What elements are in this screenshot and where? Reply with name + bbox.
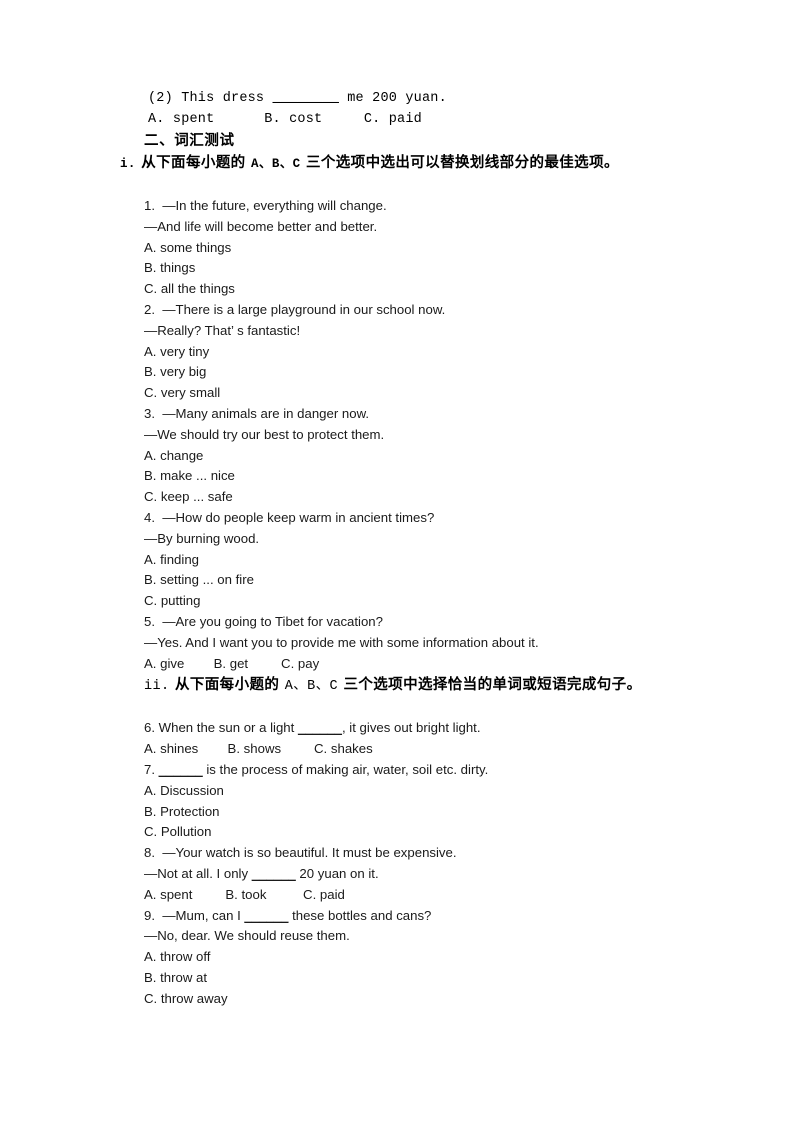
question-line: —By burning wood. [144, 530, 260, 546]
question-line: 5. —Are you going to Tibet for vacation? [144, 613, 383, 629]
answer-blank[interactable]: ______ [244, 908, 288, 923]
part-i-marker: i. [120, 157, 136, 171]
question-line: —And life will become better and better. [144, 218, 378, 234]
part-i-instruction-after: 三个选项中选出可以替换划线部分的最佳选项。 [300, 155, 619, 171]
option-row-inline[interactable]: A. spent B. took C. paid [0, 885, 794, 906]
option-row[interactable]: C. all the things [0, 279, 794, 300]
part-ii-instruction-before: 从下面每小题的 [169, 677, 285, 694]
question-line: —No, dear. We should reuse them. [144, 928, 350, 944]
carryover-stem-suffix: me 200 yuan. [338, 91, 447, 106]
question-line: —Not at all. I only ______ 20 yuan on it… [0, 864, 794, 885]
question-line: 8. —Your watch is so beautiful. It must … [144, 845, 457, 861]
document-page: (2) This dress ________ me 200 yuan. A. … [0, 0, 794, 1123]
option-row[interactable]: B. throw at [0, 968, 794, 989]
question-line: 9. —Mum, can I ______ these bottles and … [0, 906, 794, 927]
document-content: (2) This dress ________ me 200 yuan. A. … [0, 88, 794, 1009]
option-row[interactable]: C. throw away [0, 989, 794, 1010]
part-i-instruction-before: 从下面每小题的 [135, 155, 252, 171]
answer-blank[interactable]: ______ [252, 866, 296, 881]
option-row[interactable]: B. make ... nice [0, 466, 794, 487]
question-line: 6. When the sun or a light ______, it gi… [0, 718, 794, 739]
question-line: —Really? That’ s fantastic! [144, 322, 301, 338]
option-row[interactable]: C. keep ... safe [0, 487, 794, 508]
gap-after-part-i-instruction [0, 176, 794, 196]
answer-blank[interactable]: ______ [298, 720, 342, 735]
question-line: 4. —How do people keep warm in ancient t… [144, 509, 435, 525]
question-text-suffix: is the process of making air, water, soi… [202, 761, 489, 777]
question-line: 2. —There is a large playground in our s… [144, 301, 446, 317]
question-line: —We should try our best to protect them. [144, 426, 385, 442]
question-line: —Yes. And I want you to provide me with … [144, 634, 539, 650]
section-heading: 二、词汇测试 [144, 133, 235, 149]
gap-after-part-ii-instruction [0, 698, 794, 718]
option-row[interactable]: B. very big [0, 362, 794, 383]
question-text-prefix: —Not at all. I only [144, 865, 252, 881]
option-row[interactable]: B. Protection [0, 802, 794, 823]
option-row-inline[interactable]: A. shines B. shows C. shakes [0, 739, 794, 760]
option-row[interactable]: A. very tiny [0, 342, 794, 363]
option-row-inline[interactable]: A. give B. get C. pay [0, 654, 794, 675]
option-row[interactable]: A. finding [0, 550, 794, 571]
carryover-options: A. spent B. cost C. paid [148, 112, 422, 127]
option-row[interactable]: B. things [0, 258, 794, 279]
question-text-suffix: these bottles and cans? [288, 907, 432, 923]
carryover-stem-prefix: (2) This dress [148, 91, 273, 106]
part-ii-instruction-after: 三个选项中选择恰当的单词或短语完成句子。 [338, 677, 642, 694]
option-row[interactable]: B. setting ... on fire [0, 570, 794, 591]
part-i-latin-options: A、B、C [251, 157, 301, 171]
question-line: 7. ______ is the process of making air, … [0, 760, 794, 781]
part-ii-marker: ii. [144, 679, 170, 695]
question-line: 3. —Many animals are in danger now. [144, 405, 370, 421]
question-text-prefix: 6. When the sun or a light [144, 720, 298, 736]
option-row[interactable]: A. some things [0, 238, 794, 259]
part-ii-instruction: ii. 从下面每小题的 A、B、C 三个选项中选择恰当的单词或短语完成句子。 [0, 674, 794, 698]
carryover-stem: (2) This dress ________ me 200 yuan. [0, 88, 794, 109]
part-ii-latin-options: A、B、C [284, 679, 339, 695]
question-text-suffix: 20 yuan on it. [295, 865, 379, 881]
question-text-suffix: , it gives out bright light. [341, 720, 481, 736]
part-i-instruction: i. 从下面每小题的 A、B、C 三个选项中选出可以替换划线部分的最佳选项。 [0, 152, 794, 176]
option-row[interactable]: C. very small [0, 383, 794, 404]
question-text-prefix: 7. [144, 761, 159, 777]
option-row[interactable]: C. putting [0, 591, 794, 612]
option-row[interactable]: C. Pollution [0, 822, 794, 843]
option-row[interactable]: A. change [0, 446, 794, 467]
question-text-prefix: 9. —Mum, can I [144, 907, 245, 923]
option-row[interactable]: A. Discussion [0, 781, 794, 802]
answer-blank[interactable]: ______ [159, 762, 203, 777]
question-line: 1. —In the future, everything will chang… [144, 198, 387, 213]
carryover-stem-blank: ________ [272, 91, 339, 106]
option-row[interactable]: A. throw off [0, 947, 794, 968]
